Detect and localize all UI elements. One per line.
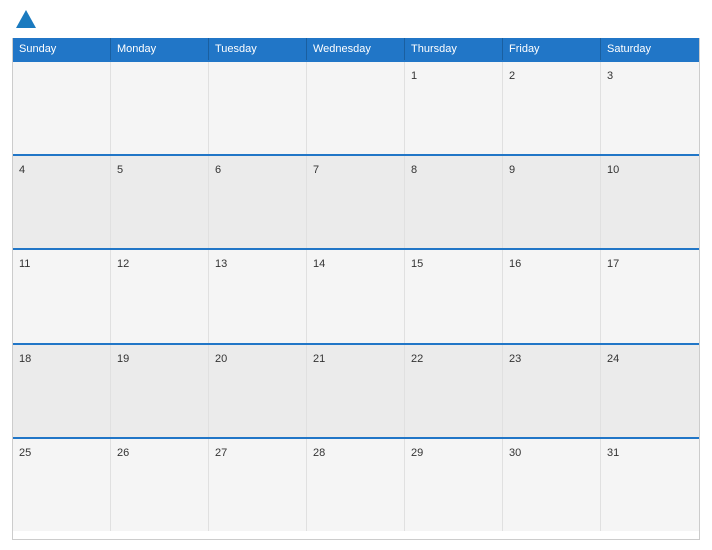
weeks: 1234567891011121314151617181920212223242… <box>13 60 699 531</box>
day-number: 22 <box>411 353 423 365</box>
day-number: 29 <box>411 447 423 459</box>
day-number: 3 <box>607 70 613 82</box>
day-cell: 18 <box>13 345 111 437</box>
day-cell: 31 <box>601 439 699 531</box>
day-cell: 6 <box>209 156 307 248</box>
day-number: 11 <box>19 258 30 270</box>
day-header-saturday: Saturday <box>601 38 699 60</box>
calendar: SundayMondayTuesdayWednesdayThursdayFrid… <box>12 38 700 540</box>
day-cell <box>307 62 405 154</box>
day-number: 9 <box>509 164 515 176</box>
day-header-thursday: Thursday <box>405 38 503 60</box>
day-cell <box>13 62 111 154</box>
day-cell: 8 <box>405 156 503 248</box>
day-header-friday: Friday <box>503 38 601 60</box>
day-number: 30 <box>509 447 521 459</box>
day-cell: 9 <box>503 156 601 248</box>
day-cell: 25 <box>13 439 111 531</box>
day-header-sunday: Sunday <box>13 38 111 60</box>
day-number: 14 <box>313 258 325 270</box>
day-cell: 30 <box>503 439 601 531</box>
day-cell: 28 <box>307 439 405 531</box>
day-cell: 7 <box>307 156 405 248</box>
day-cell: 1 <box>405 62 503 154</box>
day-number: 24 <box>607 353 619 365</box>
day-headers: SundayMondayTuesdayWednesdayThursdayFrid… <box>13 38 699 60</box>
day-cell: 21 <box>307 345 405 437</box>
day-number: 5 <box>117 164 123 176</box>
day-cell: 2 <box>503 62 601 154</box>
day-cell: 5 <box>111 156 209 248</box>
day-number: 6 <box>215 164 221 176</box>
day-number: 25 <box>19 447 31 459</box>
day-cell: 4 <box>13 156 111 248</box>
week-row-2: 4 5 6 7 8 9 10 <box>13 154 699 248</box>
day-cell <box>111 62 209 154</box>
day-cell: 10 <box>601 156 699 248</box>
day-cell: 13 <box>209 250 307 342</box>
day-cell: 3 <box>601 62 699 154</box>
day-cell: 24 <box>601 345 699 437</box>
day-cell: 26 <box>111 439 209 531</box>
day-number: 10 <box>607 164 619 176</box>
day-number: 2 <box>509 70 515 82</box>
day-number: 20 <box>215 353 227 365</box>
logo-triangle-icon <box>16 10 36 28</box>
header <box>12 10 700 30</box>
day-cell: 17 <box>601 250 699 342</box>
day-number: 28 <box>313 447 325 459</box>
day-cell: 14 <box>307 250 405 342</box>
day-number: 7 <box>313 164 319 176</box>
day-header-monday: Monday <box>111 38 209 60</box>
week-row-5: 25 26 27 28 29 30 31 <box>13 437 699 531</box>
logo <box>12 10 36 30</box>
day-number: 31 <box>607 447 619 459</box>
day-number: 19 <box>117 353 129 365</box>
day-cell: 11 <box>13 250 111 342</box>
day-number: 21 <box>313 353 325 365</box>
week-row-1: 1 2 3 <box>13 60 699 154</box>
day-number: 12 <box>117 258 129 270</box>
day-cell <box>209 62 307 154</box>
day-number: 4 <box>19 164 25 176</box>
week-row-4: 18 19 20 21 22 23 24 <box>13 343 699 437</box>
day-cell: 22 <box>405 345 503 437</box>
day-number: 23 <box>509 353 521 365</box>
day-cell: 23 <box>503 345 601 437</box>
day-cell: 16 <box>503 250 601 342</box>
day-number: 8 <box>411 164 417 176</box>
day-cell: 29 <box>405 439 503 531</box>
day-number: 26 <box>117 447 129 459</box>
day-number: 16 <box>509 258 521 270</box>
day-number: 1 <box>411 70 417 82</box>
day-number: 27 <box>215 447 227 459</box>
day-header-wednesday: Wednesday <box>307 38 405 60</box>
day-number: 13 <box>215 258 227 270</box>
day-number: 18 <box>19 353 31 365</box>
page: SundayMondayTuesdayWednesdayThursdayFrid… <box>0 0 712 550</box>
day-number: 17 <box>607 258 619 270</box>
day-cell: 12 <box>111 250 209 342</box>
week-row-3: 11 12 13 14 15 16 17 <box>13 248 699 342</box>
day-cell: 20 <box>209 345 307 437</box>
day-number: 15 <box>411 258 423 270</box>
day-header-tuesday: Tuesday <box>209 38 307 60</box>
day-cell: 27 <box>209 439 307 531</box>
day-cell: 15 <box>405 250 503 342</box>
day-cell: 19 <box>111 345 209 437</box>
